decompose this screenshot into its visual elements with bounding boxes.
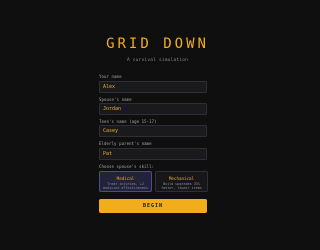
begin-button[interactable]: BEGIN bbox=[99, 199, 207, 213]
spouse-name-field[interactable] bbox=[99, 103, 207, 115]
your-name-field[interactable] bbox=[99, 81, 207, 93]
spouse-name-label: Spouse's name bbox=[99, 97, 132, 102]
skill-description: Treat injuries, +2 medicine effectivenes… bbox=[103, 182, 148, 190]
teen-name-label: Teen's name (age 15-17) bbox=[99, 119, 157, 124]
skill-option-mechanical[interactable]: Mechanical Build upgrades 33% faster, re… bbox=[155, 171, 208, 192]
teen-name-field[interactable] bbox=[99, 125, 207, 137]
skill-description: Build upgrades 33% faster, repair items bbox=[161, 182, 202, 190]
game-subtitle: A survival simulation bbox=[126, 58, 189, 63]
elderly-name-label: Elderly parent's name bbox=[99, 141, 152, 146]
setup-screen: GRID DOWN A survival simulation Your nam… bbox=[0, 0, 315, 250]
skill-prompt-label: Choose spouse's skill: bbox=[99, 164, 155, 169]
elderly-name-field[interactable] bbox=[99, 148, 207, 160]
skill-name: Mechanical bbox=[168, 176, 195, 181]
skill-option-medical[interactable]: Medical Treat injuries, +2 medicine effe… bbox=[99, 171, 152, 192]
skill-name: Medical bbox=[116, 176, 135, 181]
your-name-label: Your name bbox=[99, 74, 122, 79]
game-title: GRID DOWN bbox=[106, 36, 209, 52]
